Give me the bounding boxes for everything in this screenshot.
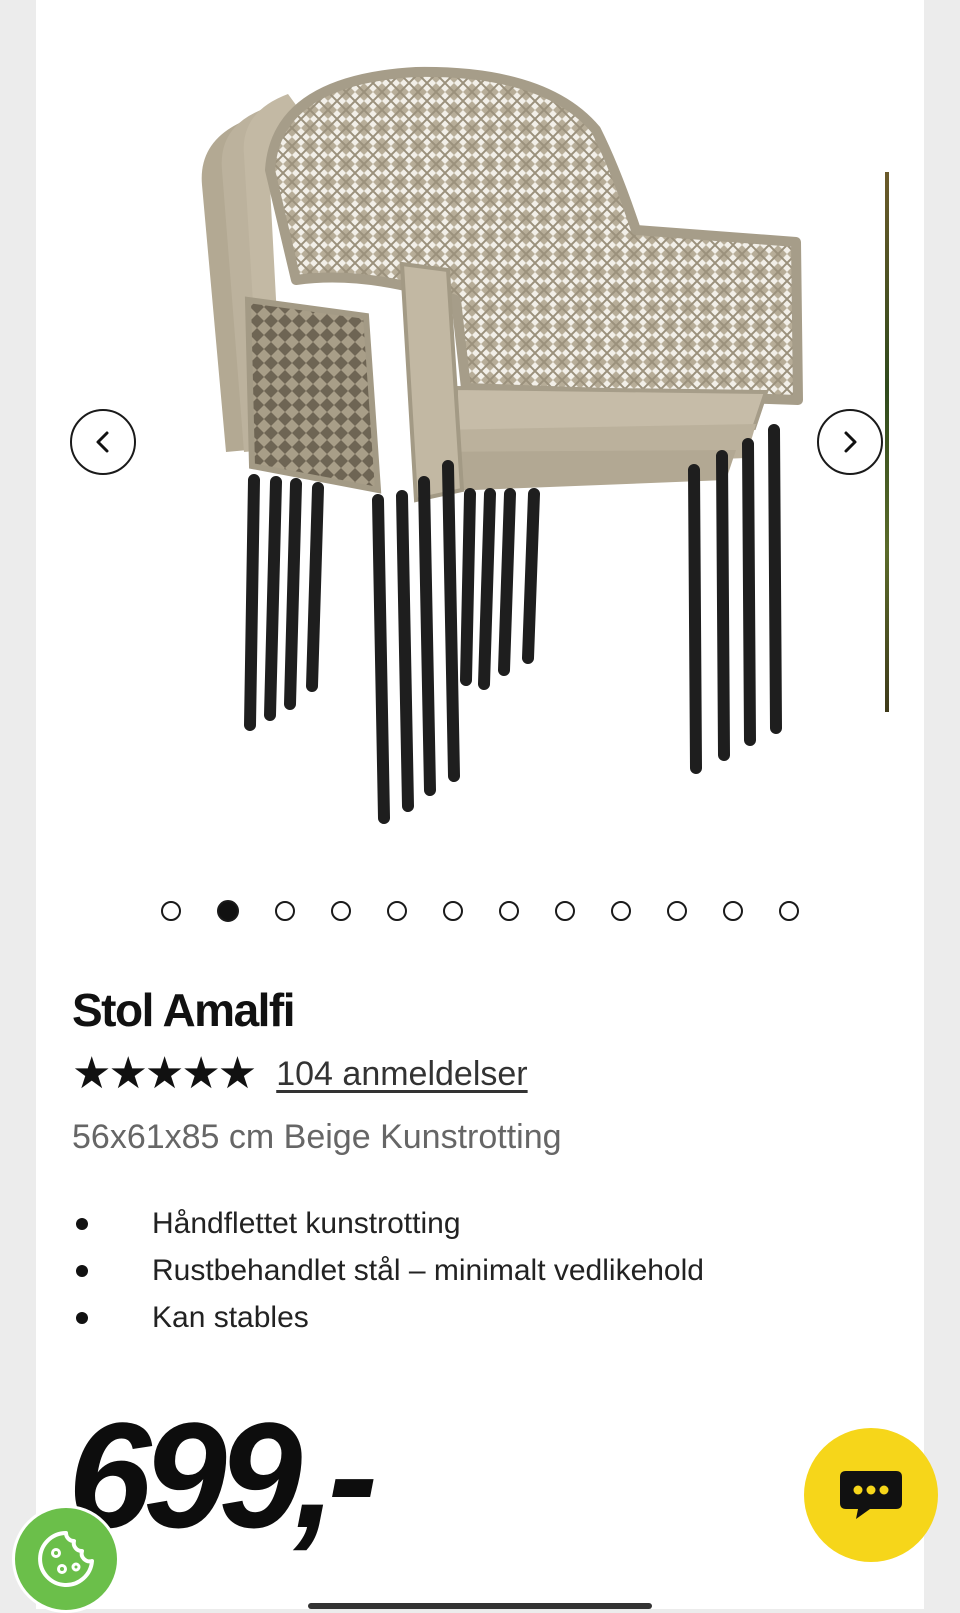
chat-bubble-icon — [840, 1471, 902, 1519]
gallery-next-button[interactable] — [817, 409, 883, 475]
home-indicator — [308, 1603, 652, 1609]
feature-text: Håndflettet kunstrotting — [152, 1207, 461, 1240]
product-subtitle: 56x61x85 cm Beige Kunstrotting — [72, 1118, 562, 1156]
gallery-dot[interactable] — [331, 901, 351, 921]
gallery-dot[interactable] — [779, 901, 799, 921]
next-image-preview — [885, 172, 889, 712]
gallery-dot-active[interactable] — [217, 900, 239, 922]
product-price: 699,- — [68, 1391, 378, 1559]
feature-item: Håndflettet kunstrotting — [76, 1200, 704, 1247]
gallery-dot[interactable] — [275, 901, 295, 921]
chevron-left-icon — [96, 431, 109, 453]
chevron-right-icon — [844, 431, 857, 453]
bullet-icon — [76, 1218, 88, 1230]
gallery-prev-button[interactable] — [70, 409, 136, 475]
gallery-dot[interactable] — [667, 901, 687, 921]
feature-item: Kan stables — [76, 1294, 704, 1341]
product-gallery[interactable] — [36, 0, 924, 880]
gallery-dot[interactable] — [555, 901, 575, 921]
feature-text: Kan stables — [152, 1301, 309, 1334]
feature-list: Håndflettet kunstrotting Rustbehandlet s… — [76, 1200, 704, 1341]
bullet-icon — [76, 1312, 88, 1324]
feature-text: Rustbehandlet stål – minimalt vedlikehol… — [152, 1254, 704, 1287]
gallery-dot[interactable] — [161, 901, 181, 921]
rating-row: ★★★★★ 104 anmeldelser — [72, 1052, 528, 1096]
product-title: Stol Amalfi — [72, 984, 296, 1036]
rating-stars: ★★★★★ — [72, 1049, 257, 1098]
gallery-pagination — [36, 900, 924, 925]
gallery-dot[interactable] — [723, 901, 743, 921]
gallery-dot[interactable] — [611, 901, 631, 921]
reviews-link[interactable]: 104 anmeldelser — [276, 1055, 527, 1094]
cookie-settings-button[interactable] — [12, 1505, 120, 1613]
product-card: Stol Amalfi ★★★★★ 104 anmeldelser 56x61x… — [36, 0, 924, 1609]
chat-button[interactable] — [804, 1428, 938, 1562]
gallery-dot[interactable] — [387, 901, 407, 921]
gallery-dot[interactable] — [499, 901, 519, 921]
product-image-stacked-chairs — [201, 66, 803, 824]
bullet-icon — [76, 1265, 88, 1277]
cookie-icon — [38, 1531, 94, 1587]
feature-item: Rustbehandlet stål – minimalt vedlikehol… — [76, 1247, 704, 1294]
gallery-dot[interactable] — [443, 901, 463, 921]
